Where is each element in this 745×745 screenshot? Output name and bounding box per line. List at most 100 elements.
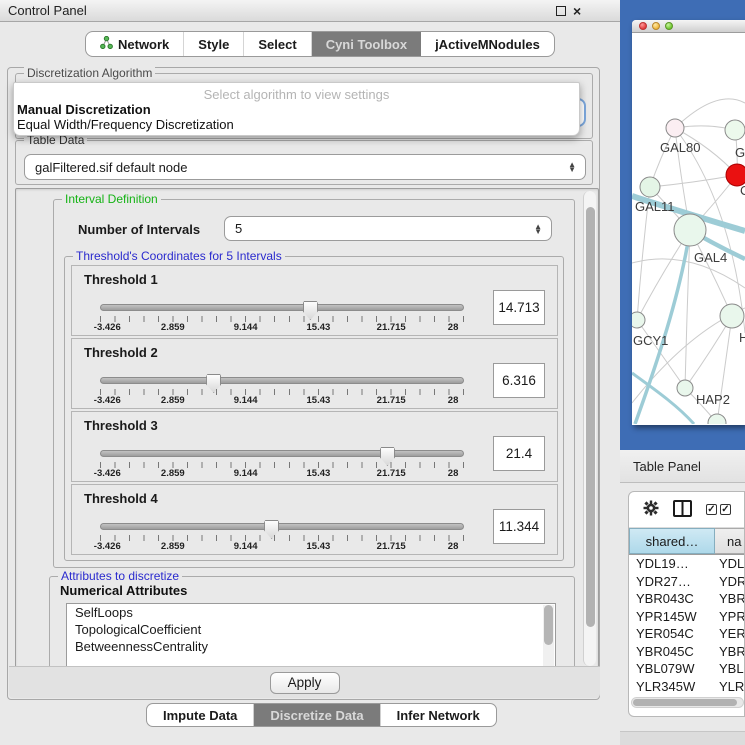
table-data-group: Table Data galFiltered.sif default node …	[15, 140, 593, 185]
node-right-mid	[720, 304, 744, 328]
table-panel-title: Table Panel	[633, 459, 701, 474]
node-label-partial-h: H	[739, 330, 745, 345]
close-icon[interactable]: ×	[573, 3, 581, 19]
threshold-2-slider[interactable]	[100, 377, 464, 384]
control-panel-title: Control Panel	[8, 3, 87, 18]
algorithm-dropdown-hint: Select algorithm to view settings	[14, 83, 579, 102]
threshold-3-panel: Threshold 3 -3.426 2.859 9.144 15.43 21.…	[71, 411, 558, 482]
table-row[interactable]: YPR145WYPR1	[629, 608, 744, 626]
tab-network[interactable]: Network	[86, 32, 184, 56]
node-label-partial-g: GA	[735, 145, 745, 160]
threshold-3-value[interactable]: 21.4	[493, 436, 545, 471]
minimize-traffic-light-icon[interactable]	[652, 22, 660, 30]
numerical-attributes-list[interactable]: SelfLoops TopologicalCoefficient Between…	[66, 603, 556, 669]
top-tabbar: Network Style Select Cyni Toolbox jActiv…	[85, 31, 555, 57]
checked-checkbox-icon[interactable]: ✓	[706, 504, 717, 515]
threshold-1-panel: Threshold 1 -3.426 2.859 9.144 15.43 21.…	[71, 265, 558, 336]
discretization-algorithm-label: Discretization Algorithm	[24, 66, 155, 80]
network-window: GAL80 GA C GAL11 GAL4 GCY1 H HAP2	[632, 20, 745, 425]
threshold-4-value[interactable]: 11.344	[493, 509, 545, 544]
network-graph-icon	[100, 36, 113, 52]
table-horizontal-scrollbar[interactable]	[631, 697, 744, 708]
attributes-group-label: Attributes to discretize	[58, 569, 182, 583]
combo-spinner-icon: ▲▼	[534, 224, 542, 234]
tab-jactivemnodules[interactable]: jActiveMNodules	[421, 32, 554, 56]
table-row[interactable]: YER054CYER0	[629, 625, 744, 643]
close-traffic-light-icon[interactable]	[639, 22, 647, 30]
zoom-traffic-light-icon[interactable]	[665, 22, 673, 30]
number-of-intervals-combobox[interactable]: 5 ▲▼	[224, 216, 552, 241]
table-header-row: shared… na	[629, 528, 744, 555]
table-data-combobox[interactable]: galFiltered.sif default node ▲▼	[24, 154, 586, 180]
table-toolbar: ✓ ✓	[629, 492, 744, 528]
table-card: ✓ ✓ shared… na YDL19…YDL1 YDR27…YDR2 YBR…	[628, 491, 745, 717]
table-panel-titlebar: Table Panel	[620, 450, 745, 483]
table-row[interactable]: YBL079WYBL0	[629, 660, 744, 678]
table-row[interactable]: YBR045CYBR0	[629, 643, 744, 661]
threshold-4-label: Threshold 4	[84, 491, 158, 506]
threshold-1-value[interactable]: 14.713	[493, 290, 545, 325]
number-of-intervals-label: Number of Intervals	[78, 222, 200, 237]
float-window-icon[interactable]	[556, 6, 566, 16]
gear-icon[interactable]	[643, 500, 659, 519]
column-header-name[interactable]: na	[715, 528, 744, 554]
tab-select[interactable]: Select	[244, 32, 311, 56]
tab-impute-data[interactable]: Impute Data	[147, 704, 254, 726]
table-body: YDL19…YDL1 YDR27…YDR2 YBR043CYBR0 YPR145…	[629, 555, 744, 695]
table-panel-footer	[620, 731, 745, 745]
thresholds-group: Threshold's Coordinates for 5 Intervals …	[64, 256, 564, 561]
threshold-2-value[interactable]: 6.316	[493, 363, 545, 398]
threshold-1-slider[interactable]	[100, 304, 464, 311]
settings-scroll-panel: Interval Definition Number of Intervals …	[15, 188, 599, 669]
node-top-right	[725, 120, 745, 140]
node-gal4	[674, 214, 706, 246]
tab-discretize-data[interactable]: Discretize Data	[254, 704, 380, 726]
tab-style[interactable]: Style	[184, 32, 244, 56]
numerical-attributes-label: Numerical Attributes	[60, 583, 187, 598]
node-label-hap2: HAP2	[696, 392, 730, 407]
tab-infer-network[interactable]: Infer Network	[381, 704, 496, 726]
algorithm-dropdown-popup: Select algorithm to view settings Manual…	[13, 82, 580, 136]
threshold-1-label: Threshold 1	[84, 272, 158, 287]
list-item[interactable]: BetweennessCentrality	[67, 638, 555, 655]
apply-button[interactable]: Apply	[270, 672, 340, 694]
node-label-gcy1: GCY1	[633, 333, 668, 348]
threshold-4-panel: Threshold 4 -3.426 2.859 9.144 15.43 21.…	[71, 484, 558, 555]
attributes-group: Attributes to discretize Numerical Attri…	[49, 576, 575, 676]
node-gal80	[666, 119, 684, 137]
node-label-gal80: GAL80	[660, 140, 700, 155]
interval-definition-label: Interval Definition	[62, 192, 161, 206]
list-item[interactable]: TopologicalCoefficient	[67, 621, 555, 638]
list-item[interactable]: SelfLoops	[67, 604, 555, 621]
threshold-3-slider[interactable]	[100, 450, 464, 457]
list-scrollbar[interactable]	[543, 605, 554, 667]
table-panel: ✓ ✓ shared… na YDL19…YDL1 YDR27…YDR2 YBR…	[620, 483, 745, 745]
node-label-partial-c: C	[740, 183, 745, 198]
node-label-gal11: GAL11	[635, 199, 675, 214]
panel-scrollbar[interactable]	[583, 191, 596, 666]
apply-bar: Apply	[9, 666, 600, 698]
algorithm-option-manual[interactable]: Manual Discretization	[14, 102, 579, 117]
network-view-frame: GAL80 GA C GAL11 GAL4 GCY1 H HAP2	[620, 0, 745, 450]
control-panel: Control Panel × Network Style Select Cyn…	[0, 0, 620, 745]
table-row[interactable]: YDR27…YDR2	[629, 573, 744, 591]
column-header-shared-name[interactable]: shared…	[629, 528, 715, 554]
node-gal11	[640, 177, 660, 197]
table-row[interactable]: YLR345WYLR3	[629, 678, 744, 696]
combo-spinner-icon: ▲▼	[568, 162, 576, 172]
cyni-toolbox-pane: Discretization Algorithm Table Data galF…	[7, 67, 600, 700]
tab-cyni-toolbox[interactable]: Cyni Toolbox	[312, 32, 421, 56]
network-window-titlebar	[632, 20, 745, 33]
network-canvas[interactable]: GAL80 GA C GAL11 GAL4 GCY1 H HAP2	[632, 33, 745, 424]
split-columns-icon[interactable]	[673, 500, 692, 520]
table-row[interactable]: YDL19…YDL1	[629, 555, 744, 573]
interval-definition-group: Interval Definition Number of Intervals …	[53, 199, 575, 568]
table-row[interactable]: YBR043CYBR0	[629, 590, 744, 608]
threshold-4-slider[interactable]	[100, 523, 464, 530]
checked-checkbox-icon[interactable]: ✓	[720, 504, 731, 515]
bottom-tabbar: Impute Data Discretize Data Infer Networ…	[146, 703, 497, 727]
threshold-2-label: Threshold 2	[84, 345, 158, 360]
threshold-3-label: Threshold 3	[84, 418, 158, 433]
thresholds-group-label: Threshold's Coordinates for 5 Intervals	[73, 249, 285, 263]
algorithm-option-equal-width[interactable]: Equal Width/Frequency Discretization	[14, 117, 579, 132]
